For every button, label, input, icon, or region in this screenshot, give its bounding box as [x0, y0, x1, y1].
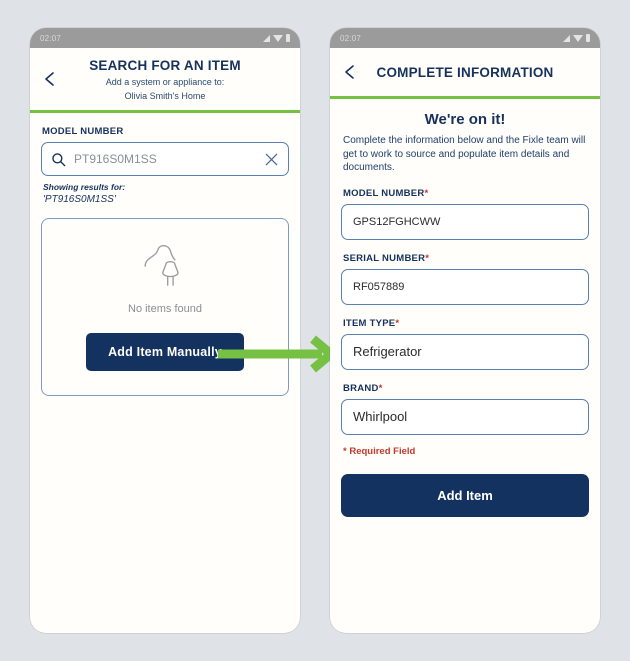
brand-field[interactable]: Whirlpool [341, 398, 589, 435]
model-number-field[interactable]: GPS12FGHCWW [341, 203, 589, 240]
wifi-icon [573, 34, 583, 42]
headline: We're on it! [424, 111, 506, 128]
add-item-button[interactable]: Add Item [341, 473, 589, 517]
showing-results-label: Showing results for: [43, 182, 126, 192]
serial-number-label: SERIAL NUMBER* [343, 253, 589, 264]
brand-value: Whirlpool [353, 409, 408, 424]
item-type-label: ITEM TYPE* [343, 318, 589, 329]
back-button-right[interactable] [342, 64, 358, 80]
search-icon [51, 152, 66, 167]
intro-blurb: Complete the information below and the F… [343, 135, 586, 173]
right-screen-body: We're on it! Complete the information be… [330, 111, 600, 517]
status-icon-group [563, 34, 590, 42]
status-time: 02:07 [340, 33, 362, 43]
serial-number-field[interactable]: RF057889 [341, 268, 589, 305]
required-field-note: * Required Field [343, 445, 416, 457]
plug-icon [138, 241, 192, 295]
status-bar-right: 02:07 [330, 28, 600, 48]
status-bar-left: 02:07 [30, 28, 300, 48]
page-title-left: SEARCH FOR AN ITEM [89, 58, 241, 73]
label-text: BRAND [343, 382, 379, 394]
phone-left-search-screen: 02:07 SEARCH FOR AN ITEM Add a system or… [30, 28, 300, 633]
add-item-manually-button[interactable]: Add Item Manually [86, 333, 244, 371]
phone-right-complete-info-screen: 02:07 COMPLETE INFORMATION We're on it! … [330, 28, 600, 633]
label-text: ITEM TYPE [343, 317, 396, 329]
signal-icon [263, 34, 270, 42]
model-number-label: MODEL NUMBER* [343, 188, 589, 199]
required-asterisk: * [395, 317, 400, 329]
header-left: SEARCH FOR AN ITEM Add a system or appli… [30, 48, 300, 113]
empty-state-message: No items found [128, 303, 202, 315]
model-number-value: GPS12FGHCWW [353, 215, 441, 228]
required-asterisk: * [424, 187, 429, 199]
brand-label: BRAND* [343, 383, 589, 394]
required-asterisk: * [425, 252, 430, 264]
battery-icon [286, 34, 290, 42]
header-subtitle-line1: Add a system or appliance to: [105, 77, 225, 87]
page-title-right: COMPLETE INFORMATION [376, 65, 554, 80]
label-text: MODEL NUMBER [343, 187, 425, 199]
showing-results-query: 'PT916S0M1SS' [43, 194, 116, 205]
item-type-value: Refrigerator [353, 344, 422, 359]
empty-results-card: No items found Add Item Manually [41, 218, 289, 396]
status-icon-group [263, 34, 290, 42]
header-right: COMPLETE INFORMATION [330, 48, 600, 99]
wifi-icon [273, 34, 283, 42]
search-input-value: PT916S0M1SS [74, 152, 157, 166]
header-subtitle-line2: Olivia Smith's Home [124, 91, 206, 101]
close-icon[interactable] [264, 152, 279, 167]
comparison-stage: 02:07 SEARCH FOR AN ITEM Add a system or… [0, 0, 630, 661]
item-type-field[interactable]: Refrigerator [341, 333, 589, 370]
label-text: SERIAL NUMBER [343, 252, 426, 264]
model-number-label: MODEL NUMBER [42, 126, 124, 137]
serial-number-value: RF057889 [353, 280, 405, 293]
back-button-left[interactable] [42, 71, 58, 87]
battery-icon [586, 34, 590, 42]
search-input[interactable]: PT916S0M1SS [41, 142, 289, 176]
signal-icon [563, 34, 570, 42]
left-screen-body: MODEL NUMBER PT916S0M1SS Showing results… [30, 126, 300, 396]
required-asterisk: * [378, 382, 383, 394]
status-time: 02:07 [40, 33, 62, 43]
